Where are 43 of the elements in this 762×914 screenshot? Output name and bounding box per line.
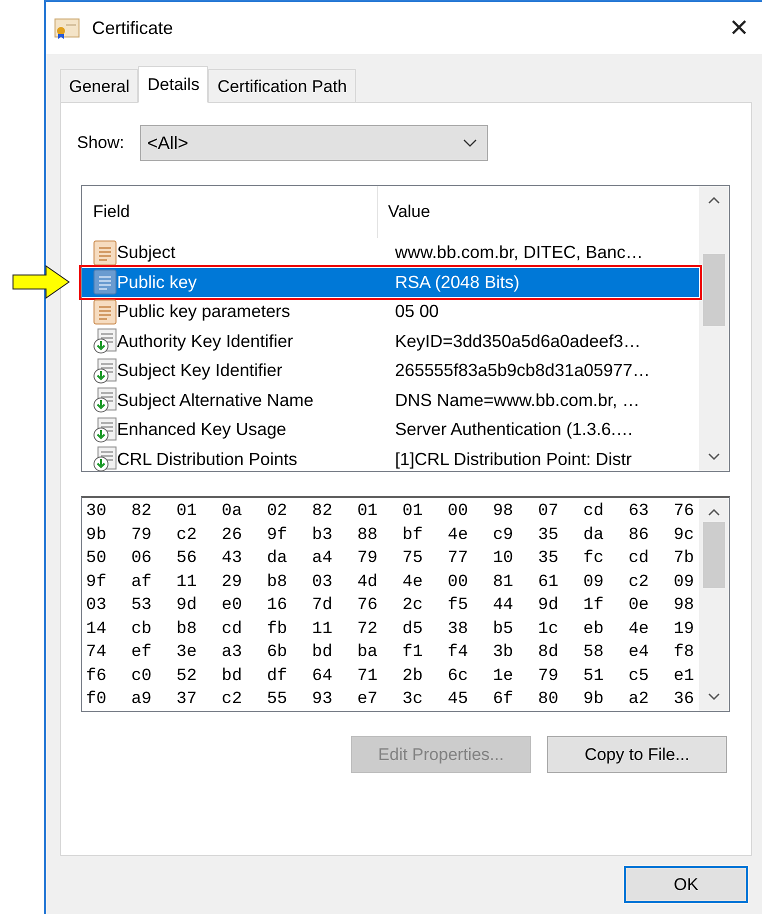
tab[interactable]: Details — [138, 66, 208, 103]
table-cell-text: 05 00 — [394, 301, 439, 322]
table-cell-text: Public key — [117, 272, 198, 293]
show-dropdown[interactable]: <All> — [140, 125, 488, 161]
hex-line: f0 a9 37 c2 55 93 e7 3c 45 6f 80 9b a2 36 — [86, 689, 696, 711]
table-cell-text: www.bb.com.br, DITEC, Banc… — [394, 242, 643, 264]
table-row[interactable]: Subject Alternative Name DNS Name=www.bb.com.br, … — [82, 386, 699, 415]
table-cell-text: [1]CRL Distribution Point: Distr — [394, 448, 632, 470]
table-cell-text: Enhanced Key Usage — [117, 419, 288, 440]
table-row[interactable]: CRL Distribution Points [1]CRL Distribution Point: Distr — [82, 444, 699, 474]
table-cell-text: 265555f83a5b9cb8d31a05977… — [394, 360, 650, 382]
hex-line: 30 82 01 0a 02 82 01 01 00 98 07 cd 63 76 — [86, 501, 696, 523]
table-row[interactable]: Enhanced Key Usage Server Authentication (1.3.6.… — [82, 415, 699, 444]
table-cell-text: CRL Distribution Points — [117, 448, 298, 470]
table-row[interactable]: Authority Key Identifier KeyID=3dd350a5d6a0adeef3… — [82, 326, 699, 356]
close-button[interactable]: ✕ — [716, 8, 762, 48]
table-cell-text: Subject — [117, 242, 176, 264]
table-cell-text: Authority Key Identifier — [117, 330, 294, 352]
tab[interactable]: Certification Path — [208, 69, 356, 102]
column-header[interactable]: Field — [82, 186, 378, 238]
hex-line: 9b 79 c2 26 9f b3 88 bf 4e c9 35 da 86 9c — [86, 524, 696, 546]
table-cell-text: Subject Key Identifier — [117, 360, 284, 382]
table-row[interactable]: Subject Key Identifier 265555f83a5b9cb8d31a05977… — [82, 356, 699, 386]
table-row[interactable]: Subject www.bb.com.br, DITEC, Banc… — [82, 238, 699, 268]
table-cell-text: DNS Name=www.bb.com.br, … — [394, 390, 640, 411]
ok-button[interactable]: OK — [624, 866, 748, 903]
tab[interactable]: General — [60, 69, 138, 102]
table-cell-text: Subject Alternative Name — [117, 390, 314, 411]
hex-line: 50 06 56 43 da a4 79 75 77 10 35 fc cd 7b — [86, 548, 696, 570]
table-cell-text: Server Authentication (1.3.6.… — [394, 419, 634, 440]
action-button[interactable]: Copy to File... — [547, 736, 727, 773]
hex-line: 03 53 9d e0 16 7d 76 2c f5 44 9d 1f 0e 98 — [86, 595, 696, 617]
table-row[interactable]: Public key parameters 05 00 — [82, 297, 699, 326]
hex-line: 14 cb b8 cd fb 11 72 d5 38 b5 1c eb 4e 19 — [86, 618, 696, 640]
table-cell-text: Public key parameters — [117, 301, 292, 322]
table-cell-text: KeyID=3dd350a5d6a0adeef3… — [394, 330, 641, 352]
hex-line: 9f af 11 29 b8 03 4d 4e 00 81 61 09 c2 09 — [86, 572, 696, 594]
window-title: Certificate — [92, 18, 174, 38]
table-cell-text: RSA (2048 Bits) — [394, 272, 520, 293]
show-label: Show: — [77, 133, 124, 153]
column-header[interactable]: Value — [378, 186, 430, 238]
hex-line: f6 c0 52 bd df 64 71 2b 6c 1e 79 51 c5 e1 — [86, 666, 696, 688]
hex-line: 74 ef 3e a3 6b bd ba f1 f4 3b 8d 58 e4 f8 — [86, 642, 696, 664]
